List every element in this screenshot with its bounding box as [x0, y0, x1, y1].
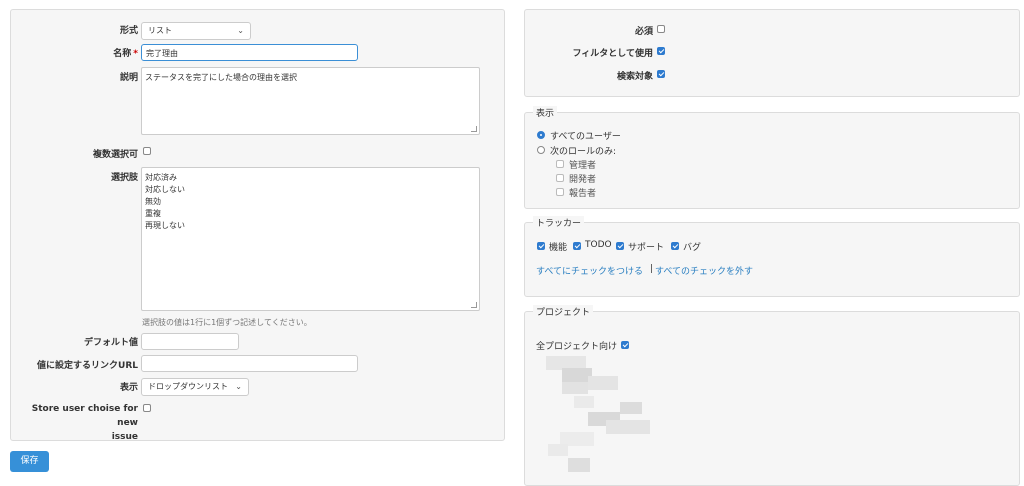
visibility-fieldset	[524, 112, 1020, 209]
role-checkbox-developer[interactable]	[556, 174, 564, 182]
possible-values-label: 選択肢	[110, 173, 138, 183]
store-user-label: Store user choise for new issue	[31, 404, 138, 442]
possible-values-hint: 選択肢の値は1行に1個ずつ記述してください。	[142, 318, 312, 327]
tracker-label: サポート	[628, 243, 665, 253]
display-label: 表示	[119, 383, 138, 393]
possible-value-item: 再現しない	[145, 221, 185, 230]
tracker-label: 機能	[549, 243, 568, 253]
all-users-radio[interactable]	[537, 131, 545, 139]
role-checkbox-reporter[interactable]	[556, 188, 564, 196]
searchable-label: 検索対象	[616, 72, 653, 82]
for-all-projects-checkbox[interactable]	[621, 341, 629, 349]
roles-only-radio[interactable]	[537, 146, 545, 154]
tracker-checkbox-todo[interactable]	[573, 242, 581, 250]
chevron-down-icon: ⌄	[235, 382, 242, 391]
possible-value-item: 重複	[145, 209, 161, 218]
filter-checkbox[interactable]	[657, 47, 665, 55]
url-input[interactable]	[141, 355, 358, 372]
filter-label: フィルタとして使用	[572, 49, 653, 59]
name-input-value: 完了理由	[146, 49, 178, 58]
chevron-down-icon: ⌄	[237, 26, 244, 35]
resize-grip-icon[interactable]	[471, 302, 477, 308]
required-label: 必須	[634, 27, 653, 37]
format-label: 形式	[119, 26, 138, 36]
visibility-legend: 表示	[533, 106, 558, 119]
possible-value-item: 無効	[145, 197, 161, 206]
trackers-fieldset	[524, 222, 1020, 297]
role-label: 管理者	[569, 161, 597, 171]
projects-legend: プロジェクト	[533, 305, 594, 318]
name-label: 名称 *	[113, 49, 138, 59]
roles-only-label: 次のロールのみ:	[550, 147, 617, 157]
role-label: 報告者	[569, 189, 597, 199]
multiple-label: 複数選択可	[92, 150, 138, 160]
save-button[interactable]: 保存	[10, 451, 49, 472]
display-select[interactable]: ドロップダウンリスト ⌄	[141, 378, 249, 396]
for-all-projects-label: 全プロジェクト向け	[536, 342, 618, 352]
default-value-label: デフォルト値	[83, 338, 138, 348]
tracker-label: バグ	[683, 243, 702, 253]
default-value-input[interactable]	[141, 333, 239, 350]
projects-fieldset	[524, 311, 1020, 486]
possible-value-item: 対応しない	[145, 185, 185, 194]
description-value: ステータスを完了にした場合の理由を選択	[145, 73, 297, 82]
tracker-checkbox-support[interactable]	[616, 242, 624, 250]
role-checkbox-manager[interactable]	[556, 160, 564, 168]
possible-values-textarea[interactable]: 対応済み 対応しない 無効 重複 再現しない	[141, 167, 480, 311]
format-select-value: リスト	[148, 26, 172, 35]
role-label: 開発者	[569, 175, 597, 185]
uncheck-all-link[interactable]: すべてのチェックを外す	[655, 264, 753, 277]
tracker-label: TODO	[585, 240, 612, 250]
link-separator: |	[650, 264, 654, 274]
description-textarea[interactable]: ステータスを完了にした場合の理由を選択	[141, 67, 480, 135]
display-select-value: ドロップダウンリスト	[148, 382, 228, 391]
store-user-checkbox[interactable]	[143, 404, 151, 412]
required-mark: *	[133, 49, 138, 59]
all-users-label: すべてのユーザー	[550, 132, 621, 142]
multiple-checkbox[interactable]	[143, 147, 151, 155]
check-all-link[interactable]: すべてにチェックをつける	[536, 264, 643, 277]
name-input[interactable]: 完了理由	[141, 44, 358, 61]
tracker-checkbox-feature[interactable]	[537, 242, 545, 250]
format-select[interactable]: リスト ⌄	[141, 22, 251, 40]
possible-value-item: 対応済み	[145, 173, 177, 182]
resize-grip-icon[interactable]	[471, 126, 477, 132]
url-label: 値に設定するリンクURL	[37, 361, 138, 371]
tracker-checkbox-bug[interactable]	[671, 242, 679, 250]
required-checkbox[interactable]	[657, 25, 665, 33]
searchable-checkbox[interactable]	[657, 70, 665, 78]
description-label: 説明	[119, 73, 138, 83]
trackers-legend: トラッカー	[533, 216, 585, 229]
